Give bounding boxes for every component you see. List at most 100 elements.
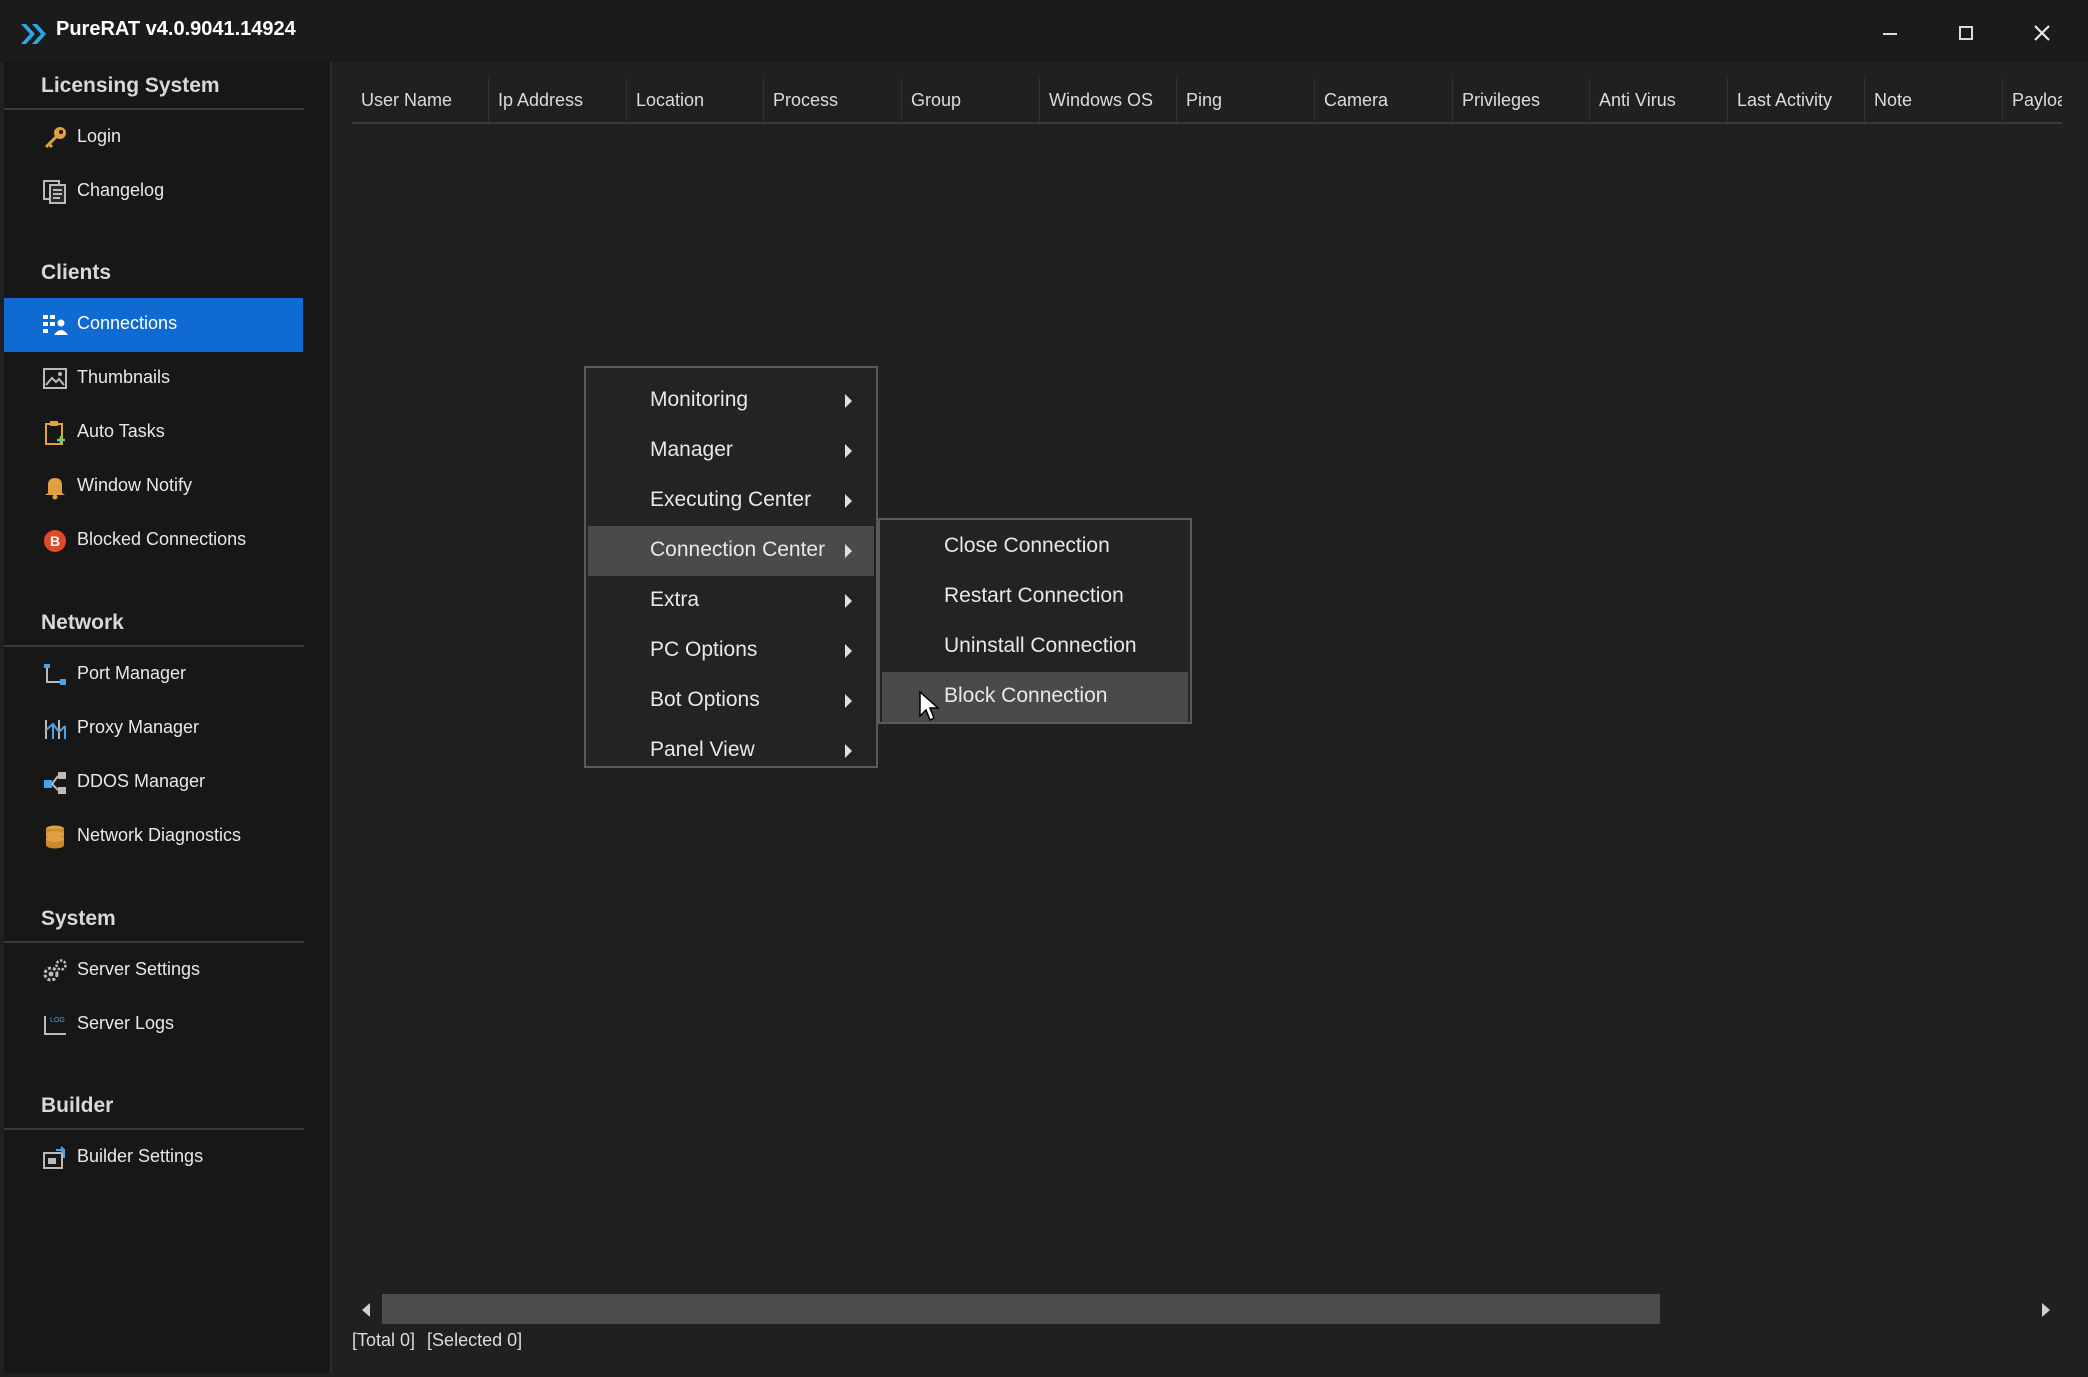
sidebar-item-changelog[interactable]: Changelog <box>4 165 303 219</box>
close-button[interactable] <box>2022 14 2062 52</box>
sidebar-item-network-diagnostics[interactable]: Network Diagnostics <box>4 810 303 864</box>
changelog-icon <box>43 180 66 204</box>
sidebar-item-label: Thumbnails <box>77 367 171 387</box>
menu-item-panel-view[interactable]: Panel View <box>588 726 874 776</box>
connections-table-header: User Name Ip Address Location Process Gr… <box>352 78 2062 124</box>
section-title-builder: Builder <box>41 1094 114 1117</box>
sidebar-item-builder-settings[interactable]: Builder Settings <box>4 1131 303 1185</box>
title-bar: PureRAT v4.0.9041.14924 <box>0 0 2088 62</box>
submenu-item-label: Close Connection <box>944 534 1110 557</box>
submenu-item-label: Uninstall Connection <box>944 634 1137 657</box>
menu-item-label: Executing Center <box>650 488 812 511</box>
submenu-arrow-icon <box>845 594 852 608</box>
sidebar: Licensing System Login Changelog Clients… <box>4 62 332 1373</box>
gears-icon <box>43 959 67 982</box>
submenu-arrow-icon <box>845 394 852 408</box>
column-header-group[interactable]: Group <box>902 78 1040 122</box>
log-icon: LOG <box>44 1016 66 1035</box>
column-header-ping[interactable]: Ping <box>1177 78 1315 122</box>
submenu-arrow-icon <box>845 744 852 758</box>
sidebar-item-label: Proxy Manager <box>77 717 200 737</box>
minimize-button[interactable] <box>1870 14 1910 52</box>
submenu-item-uninstall-connection[interactable]: Uninstall Connection <box>882 622 1188 672</box>
sidebar-item-label: Connections <box>77 313 178 333</box>
menu-item-pc-options[interactable]: PC Options <box>588 626 874 676</box>
sidebar-item-label: Port Manager <box>77 663 187 683</box>
submenu-arrow-icon <box>845 644 852 658</box>
key-icon <box>44 127 66 149</box>
builder-icon <box>43 1146 66 1169</box>
section-title-clients: Clients <box>41 261 112 284</box>
sidebar-item-connections[interactable]: Connections <box>4 298 303 352</box>
submenu-arrow-icon <box>845 444 852 458</box>
submenu-item-restart-connection[interactable]: Restart Connection <box>882 572 1188 622</box>
menu-item-label: Extra <box>650 588 700 611</box>
column-header-process[interactable]: Process <box>764 78 902 122</box>
thumbnails-icon <box>43 368 67 389</box>
sidebar-item-thumbnails[interactable]: Thumbnails <box>4 352 303 406</box>
clipboard-icon <box>45 421 65 445</box>
database-icon <box>46 825 64 849</box>
submenu-item-close-connection[interactable]: Close Connection <box>882 522 1188 572</box>
port-icon <box>44 664 66 685</box>
column-header-windows-os[interactable]: Windows OS <box>1040 78 1177 122</box>
sidebar-item-blocked-connections[interactable]: B Blocked Connections <box>4 514 303 568</box>
column-header-location[interactable]: Location <box>627 78 764 122</box>
sidebar-item-label: Blocked Connections <box>77 529 247 549</box>
sidebar-item-port-manager[interactable]: Port Manager <box>4 648 303 702</box>
context-menu: Monitoring Manager Executing Center Conn… <box>584 366 878 768</box>
column-header-last-activity[interactable]: Last Activity <box>1728 78 1865 122</box>
column-header-anti-virus[interactable]: Anti Virus <box>1590 78 1728 122</box>
sidebar-item-label: DDOS Manager <box>77 771 206 791</box>
submenu-item-label: Block Connection <box>944 684 1108 707</box>
sidebar-item-auto-tasks[interactable]: Auto Tasks <box>4 406 303 460</box>
submenu-arrow-icon <box>845 544 852 558</box>
blocked-icon: B <box>44 530 66 552</box>
menu-item-manager[interactable]: Manager <box>588 426 874 476</box>
menu-item-label: Manager <box>650 438 733 461</box>
submenu-item-label: Restart Connection <box>944 584 1124 607</box>
menu-item-executing-center[interactable]: Executing Center <box>588 476 874 526</box>
menu-item-bot-options[interactable]: Bot Options <box>588 676 874 726</box>
sidebar-item-server-settings[interactable]: Server Settings <box>4 944 303 998</box>
column-header-privileges[interactable]: Privileges <box>1453 78 1590 122</box>
sidebar-item-proxy-manager[interactable]: Proxy Manager <box>4 702 303 756</box>
horizontal-scrollbar[interactable] <box>352 1294 2060 1324</box>
menu-item-label: Bot Options <box>650 688 760 711</box>
sidebar-item-login[interactable]: Login <box>4 111 303 165</box>
sidebar-item-server-logs[interactable]: LOG Server Logs <box>4 998 303 1052</box>
proxy-icon <box>45 720 66 739</box>
section-title-licensing: Licensing System <box>41 74 220 97</box>
menu-item-extra[interactable]: Extra <box>588 576 874 626</box>
section-divider <box>4 941 304 943</box>
maximize-button[interactable] <box>1946 14 1986 52</box>
sidebar-item-window-notify[interactable]: Window Notify <box>4 460 303 514</box>
column-header-user-name[interactable]: User Name <box>352 78 489 122</box>
sidebar-item-ddos-manager[interactable]: DDOS Manager <box>4 756 303 810</box>
section-divider <box>4 1128 304 1130</box>
submenu-arrow-icon <box>845 494 852 508</box>
status-bar: [Total 0] [Selected 0] <box>352 1330 534 1351</box>
column-header-ip-address[interactable]: Ip Address <box>489 78 627 122</box>
scrollbar-thumb[interactable] <box>382 1294 1660 1324</box>
column-header-camera[interactable]: Camera <box>1315 78 1453 122</box>
menu-item-monitoring[interactable]: Monitoring <box>588 376 874 426</box>
section-divider <box>4 108 304 110</box>
maximize-icon <box>1959 26 1973 40</box>
bell-icon <box>45 478 65 500</box>
window-title: PureRAT v4.0.9041.14924 <box>56 18 296 40</box>
sidebar-item-label: Changelog <box>77 180 165 200</box>
sidebar-item-label: Network Diagnostics <box>77 825 242 845</box>
column-header-note[interactable]: Note <box>1865 78 2003 122</box>
selected-count: [Selected 0] <box>427 1330 523 1350</box>
menu-item-connection-center[interactable]: Connection Center <box>588 526 874 576</box>
menu-item-label: Connection Center <box>650 538 826 561</box>
svg-text:LOG: LOG <box>50 1017 65 1024</box>
sidebar-item-label: Window Notify <box>77 475 193 495</box>
scroll-left-arrow-icon[interactable] <box>362 1303 370 1317</box>
scroll-right-arrow-icon[interactable] <box>2042 1303 2050 1317</box>
app-logo-icon <box>21 24 46 44</box>
column-header-payload[interactable]: Payload <box>2003 78 2062 122</box>
sidebar-item-label: Login <box>77 126 122 146</box>
menu-item-label: Panel View <box>650 738 755 761</box>
